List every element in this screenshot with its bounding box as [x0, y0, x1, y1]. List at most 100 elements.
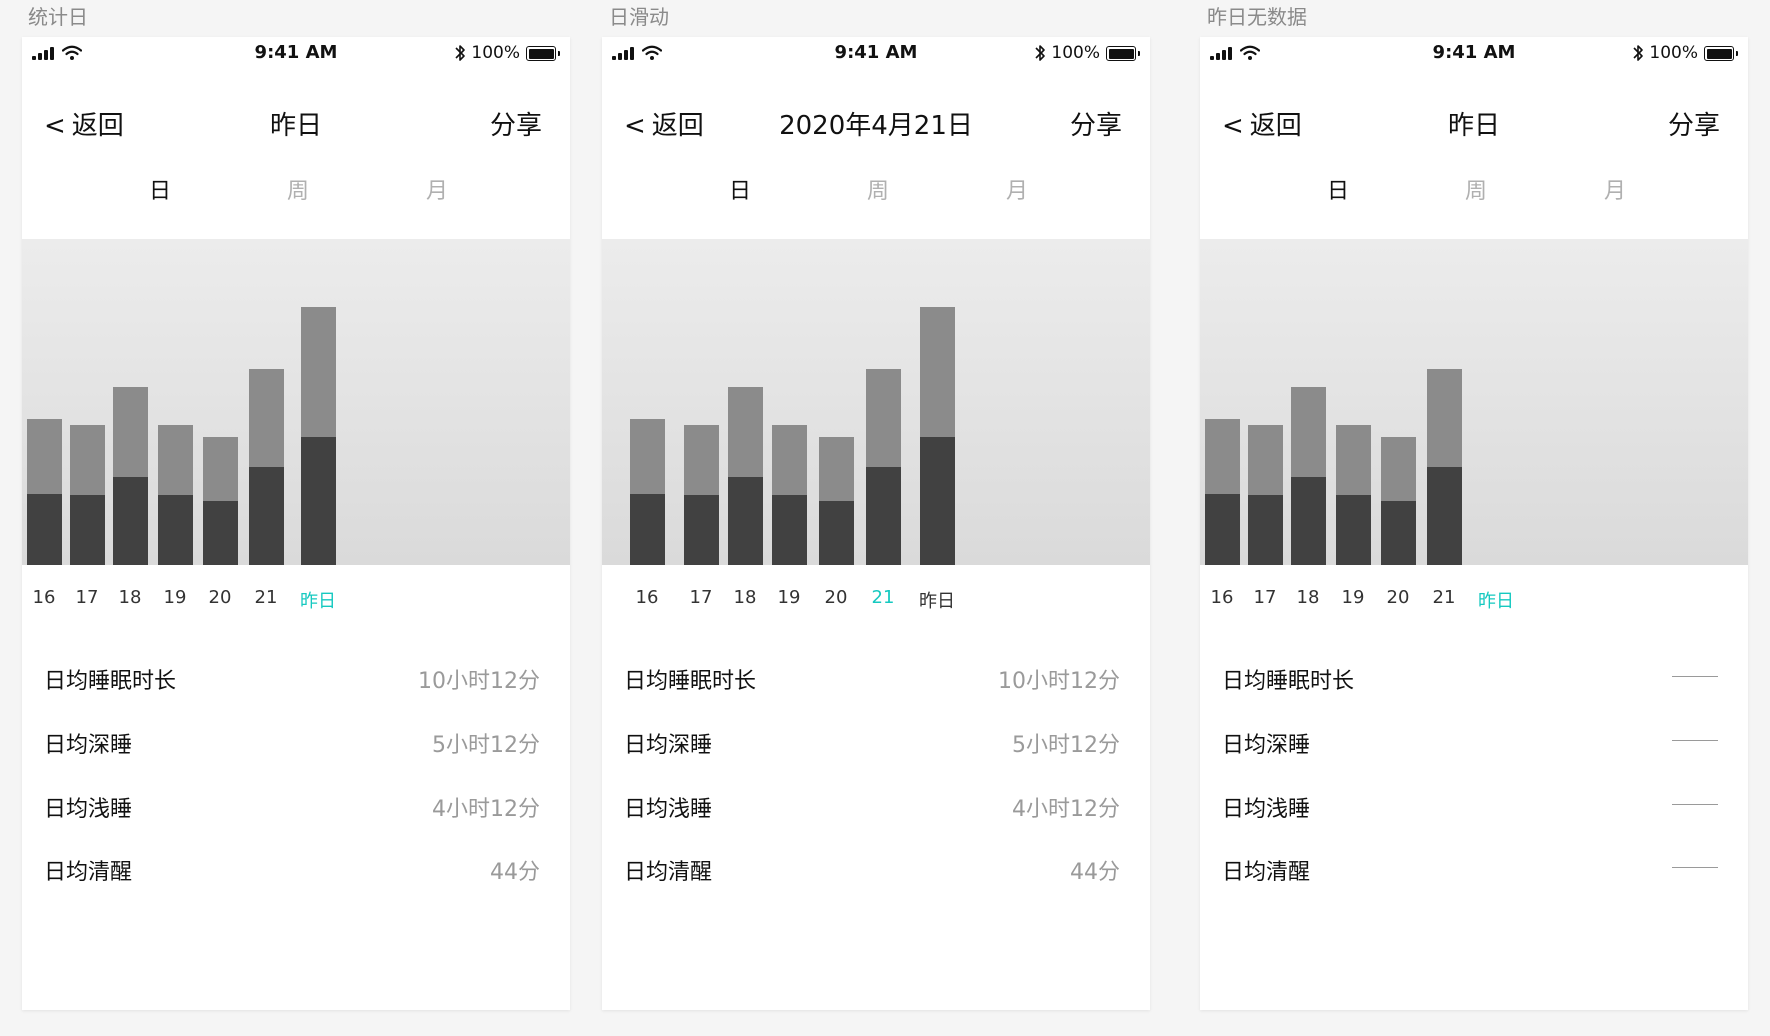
stat-label: 日均浅睡	[1222, 797, 1311, 822]
bar-segment-dark	[865, 467, 901, 565]
chart-bar[interactable]	[26, 419, 62, 565]
no-data-dash	[1672, 867, 1718, 868]
status-bar: 9:41 AM 100%	[602, 37, 1150, 71]
x-axis-tick-label[interactable]: 16	[617, 587, 677, 608]
bar-segment-light	[69, 425, 105, 495]
bar-segment-light	[727, 386, 763, 477]
stat-value: 4小时12分	[432, 797, 540, 822]
stat-value: 5小时12分	[432, 733, 540, 758]
bar-segment-dark	[919, 436, 955, 565]
bar-segment-dark	[629, 494, 665, 565]
chart-bar[interactable]	[202, 436, 238, 565]
no-data-dash	[1672, 676, 1718, 677]
chart-x-axis: 16 17 18 19 20 21 昨日	[22, 587, 570, 617]
stat-row: 日均睡眠时长	[1222, 657, 1718, 697]
chart-bar[interactable]	[727, 386, 763, 565]
chart-bar[interactable]	[157, 425, 193, 565]
bar-segment-dark	[727, 476, 763, 565]
stat-label: 日均深睡	[44, 733, 133, 758]
page-title: 2020年4月21日	[779, 111, 973, 141]
chart-bar[interactable]	[1380, 436, 1416, 565]
battery-icon	[526, 46, 560, 61]
battery-icon	[1704, 46, 1738, 61]
chart-bar[interactable]	[865, 369, 901, 565]
tab-day[interactable]: 日	[710, 167, 770, 211]
frame-label: 日滑动	[609, 5, 669, 29]
chart-bar[interactable]	[69, 425, 105, 565]
chart-bar[interactable]	[1204, 419, 1240, 565]
sleep-bar-chart[interactable]	[22, 239, 570, 565]
x-axis-tick-label[interactable]: 昨日	[288, 587, 348, 613]
bar-segment-dark	[683, 495, 719, 565]
chart-bar[interactable]	[1335, 425, 1371, 565]
x-axis-tick-label[interactable]: 21	[1414, 587, 1474, 608]
bar-segment-light	[248, 369, 284, 468]
share-button[interactable]: 分享	[1668, 105, 1720, 142]
x-axis-tick-label[interactable]: 昨日	[1466, 587, 1526, 613]
no-data-dash	[1672, 804, 1718, 805]
stat-row: 日均睡眠时长 10小时12分	[624, 657, 1120, 697]
chart-bar[interactable]	[629, 419, 665, 565]
page-title: 昨日	[1447, 111, 1500, 141]
stat-label: 日均清醒	[624, 860, 713, 885]
sleep-bar-chart[interactable]	[1200, 239, 1748, 565]
tab-month[interactable]: 月	[407, 167, 467, 211]
chart-bar[interactable]	[248, 369, 284, 565]
bar-segment-dark	[1380, 500, 1416, 565]
stat-row: 日均清醒 44分	[624, 848, 1120, 888]
tab-week[interactable]: 周	[848, 167, 908, 211]
chart-x-axis: 16 17 18 19 20 21 昨日	[602, 587, 1150, 617]
chart-bar[interactable]	[1426, 369, 1462, 565]
stat-row: 日均深睡 5小时12分	[44, 721, 540, 761]
bar-segment-dark	[300, 436, 336, 565]
status-bar: 9:41 AM 100%	[22, 37, 570, 71]
stat-label: 日均浅睡	[624, 797, 713, 822]
tab-month[interactable]: 月	[1585, 167, 1645, 211]
chart-bar[interactable]	[818, 436, 854, 565]
frame-label: 统计日	[28, 5, 88, 29]
chart-bar[interactable]	[1247, 425, 1283, 565]
bar-segment-dark	[69, 495, 105, 565]
bar-segment-light	[1335, 425, 1371, 495]
bar-segment-light	[1290, 386, 1326, 477]
chart-bar[interactable]	[771, 425, 807, 565]
share-button[interactable]: 分享	[490, 105, 542, 142]
chart-bar[interactable]	[112, 386, 148, 565]
x-axis-tick-label[interactable]: 昨日	[907, 587, 967, 613]
chart-bar[interactable]	[1290, 386, 1326, 565]
bar-segment-light	[26, 419, 62, 495]
bar-segment-dark	[1335, 495, 1371, 565]
chart-bar[interactable]	[300, 307, 336, 565]
bar-segment-light	[157, 425, 193, 495]
battery-percentage: 100%	[1051, 43, 1100, 63]
period-tabs: 日周月	[22, 167, 570, 207]
tab-week[interactable]: 周	[268, 167, 328, 211]
bar-segment-dark	[771, 495, 807, 565]
tab-month[interactable]: 月	[987, 167, 1047, 211]
phone-screen: 9:41 AM 100% < 返回 2020年4月21日 分享日周月 16 17 18 19 20 2…	[602, 37, 1150, 1010]
tab-day[interactable]: 日	[1308, 167, 1368, 211]
stat-row: 日均浅睡 4小时12分	[624, 785, 1120, 825]
status-bar: 9:41 AM 100%	[1200, 37, 1748, 71]
share-button[interactable]: 分享	[1070, 105, 1122, 142]
stat-label: 日均深睡	[1222, 733, 1311, 758]
stat-label: 日均浅睡	[44, 797, 133, 822]
battery-icon	[1106, 46, 1140, 61]
bar-segment-light	[112, 386, 148, 477]
chart-bar[interactable]	[919, 307, 955, 565]
bar-segment-dark	[1247, 495, 1283, 565]
period-tabs: 日周月	[1200, 167, 1748, 207]
stat-label: 日均清醒	[44, 860, 133, 885]
stat-row: 日均浅睡	[1222, 785, 1718, 825]
nav-bar: < 返回 昨日 分享	[22, 93, 570, 149]
bar-segment-light	[1426, 369, 1462, 468]
chart-bar[interactable]	[683, 425, 719, 565]
tab-day[interactable]: 日	[130, 167, 190, 211]
chart-x-axis: 16 17 18 19 20 21 昨日	[1200, 587, 1748, 617]
x-axis-tick-label[interactable]: 21	[236, 587, 296, 608]
stat-row: 日均深睡 5小时12分	[624, 721, 1120, 761]
bar-segment-dark	[202, 500, 238, 565]
tab-week[interactable]: 周	[1446, 167, 1506, 211]
x-axis-tick-label[interactable]: 21	[853, 587, 913, 608]
sleep-bar-chart[interactable]	[602, 239, 1150, 565]
